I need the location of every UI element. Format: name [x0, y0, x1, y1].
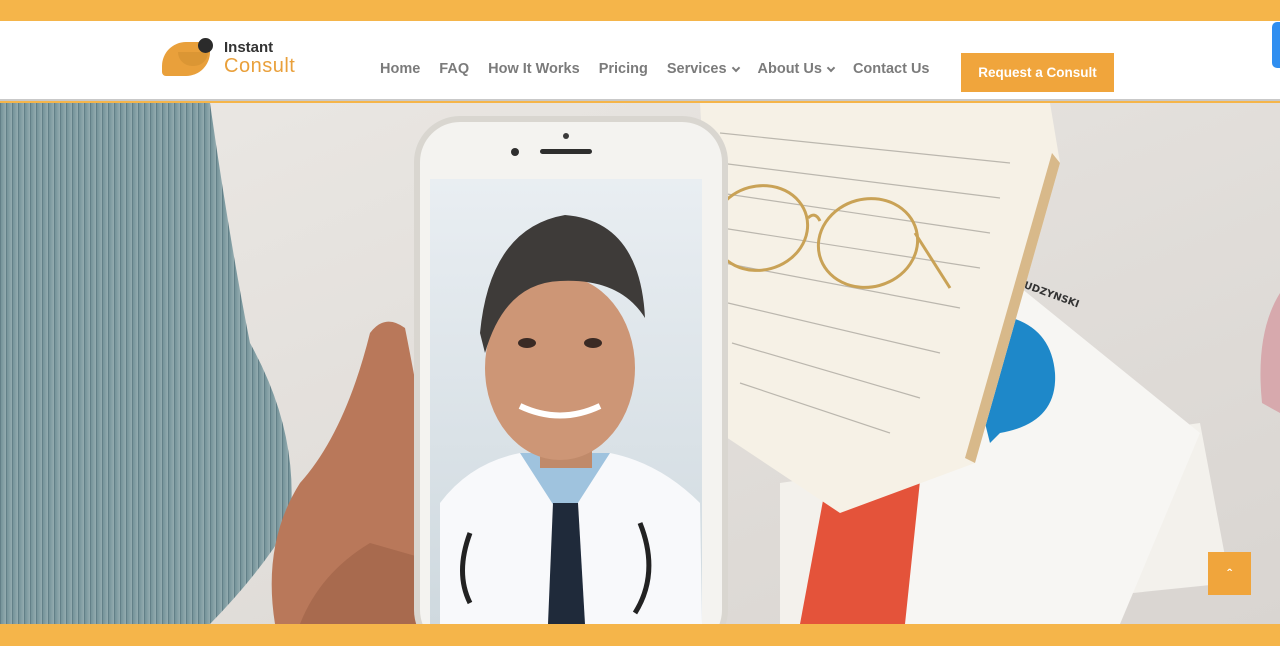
- scroll-to-top-button[interactable]: ˆ: [1208, 552, 1251, 595]
- nav-item-home[interactable]: Home: [380, 61, 420, 77]
- nav-label: About Us: [757, 61, 822, 77]
- nav-label: How It Works: [488, 61, 580, 77]
- nav-label: Pricing: [598, 61, 648, 77]
- nav-item-pricing[interactable]: Pricing: [599, 61, 648, 77]
- chevron-up-icon: ˆ: [1227, 565, 1232, 582]
- brand-name-line2: Consult: [224, 55, 296, 77]
- chevron-down-icon: [826, 63, 836, 72]
- nav-item-how-it-works[interactable]: How It Works: [488, 61, 580, 77]
- nav-label: Home: [380, 61, 421, 77]
- brand-name-line1: Instant: [224, 39, 274, 56]
- phone: [414, 116, 728, 624]
- nav-item-faq[interactable]: FAQ: [439, 61, 469, 77]
- hero-banner: H BUDZYNSKI: [0, 103, 1280, 624]
- nav-label: Services: [666, 61, 727, 77]
- brand-logo[interactable]: Instant Consult: [160, 33, 330, 83]
- nav-label: Contact Us: [852, 61, 930, 77]
- leaf-dot-logo-icon: [160, 36, 216, 80]
- doctor-on-phone-hero-image: H BUDZYNSKI: [0, 103, 1280, 624]
- brand-wordmark: Instant Consult: [224, 40, 295, 76]
- bottom-accent-band: [0, 624, 1280, 646]
- chevron-down-icon: [731, 63, 740, 72]
- nav-item-contact-us[interactable]: Contact Us: [853, 61, 930, 77]
- request-consult-button[interactable]: Request a Consult: [961, 53, 1114, 92]
- nav-item-services[interactable]: Services: [666, 61, 740, 77]
- top-accent-band: [0, 0, 1280, 21]
- side-widget-tab[interactable]: [1272, 22, 1280, 68]
- site-header: Instant Consult Home FAQ How It Works Pr…: [0, 21, 1280, 101]
- nav-label: FAQ: [439, 61, 470, 77]
- nav-item-about-us[interactable]: About Us: [757, 61, 836, 77]
- main-nav: Home FAQ How It Works Pricing Services A…: [380, 61, 930, 77]
